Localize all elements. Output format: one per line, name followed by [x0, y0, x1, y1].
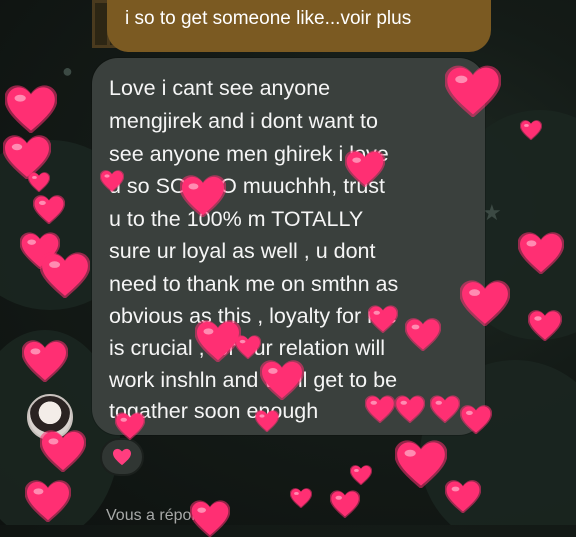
message-reaction[interactable] [100, 438, 144, 476]
message-line: is crucial , for our relation will [109, 336, 386, 360]
reply-status: Vous a répondu [106, 507, 219, 524]
previous-message-text[interactable]: i so to get someone like...voir plus [125, 8, 411, 30]
message-line: mengjirek and i dont want to [109, 109, 378, 133]
message-line: see anyone men ghirek i love [109, 142, 389, 166]
message-line: u to the 100% m TOTALLY [109, 207, 364, 231]
message-line: work inshln and we ll get to be [109, 368, 398, 392]
message-line: togather soon enough [109, 399, 319, 423]
message-line: Love i cant see anyone [109, 76, 331, 100]
previous-message-bubble[interactable]: i so to get someone like...voir plus [107, 0, 491, 52]
message-line: obvious as this , loyalty for me [109, 304, 397, 328]
message-line: need to thank me on smthn as [109, 272, 399, 296]
message-line: sure ur loyal as well , u dont [109, 239, 376, 263]
avatar[interactable] [27, 394, 73, 440]
heart-icon [112, 448, 132, 466]
message-bubble[interactable]: Love i cant see anyone mengjirek and i d… [92, 58, 485, 435]
message-line: u so SOOOO muuchhh, trust [109, 174, 386, 198]
background-star-icon: ● [62, 61, 73, 81]
